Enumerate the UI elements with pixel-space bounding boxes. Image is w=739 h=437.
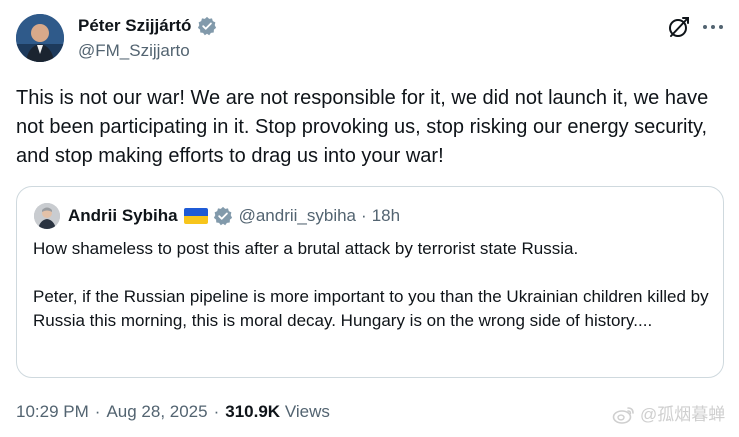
author-name-row[interactable]: Péter Szijjártó [78,15,217,37]
views-label: Views [284,402,330,421]
quoted-tweet[interactable]: Andrii Sybiha @andrii_sybiha · 18h How s… [16,186,724,378]
quote-text: How shameless to post this after a bruta… [33,237,709,333]
quote-header: Andrii Sybiha @andrii_sybiha · 18h [68,205,400,227]
quote-author-handle[interactable]: @andrii_sybiha [239,205,356,227]
more-options-icon[interactable] [702,15,724,39]
tweet-text: This is not our war! We are not responsi… [16,87,709,167]
quote-author-name[interactable]: Andrii Sybiha [68,205,178,227]
tweet-time[interactable]: 10:29 PM [16,402,89,421]
weibo-logo-icon [612,405,636,425]
tweet-date[interactable]: Aug 28, 2025 [106,402,207,421]
separator-dot: · [361,206,367,225]
grok-icon[interactable] [667,15,691,39]
author-name[interactable]: Péter Szijjártó [78,15,191,37]
quote-timestamp[interactable]: 18h [372,205,400,227]
author-handle[interactable]: @FM_Szijjarto [78,40,190,62]
quote-paragraph: How shameless to post this after a bruta… [33,239,579,258]
quote-author-avatar[interactable] [34,203,60,229]
separator-dot: · [213,402,220,421]
tweet-container: Péter Szijjártó @FM_Szijjarto This is no… [0,0,739,437]
author-avatar[interactable] [16,14,64,62]
quote-paragraph: Peter, if the Russian pipeline is more i… [33,287,709,330]
verified-badge-icon [197,16,217,36]
ukraine-flag-icon [183,208,208,224]
tweet-meta: 10:29 PM · Aug 28, 2025 · 310.9K Views [16,401,330,423]
separator-dot: · [94,402,101,421]
views-count: 310.9K [225,402,281,421]
verified-badge-icon [213,206,233,226]
watermark: @孤烟暮蝉 [612,404,725,426]
watermark-text: @孤烟暮蝉 [640,405,726,424]
